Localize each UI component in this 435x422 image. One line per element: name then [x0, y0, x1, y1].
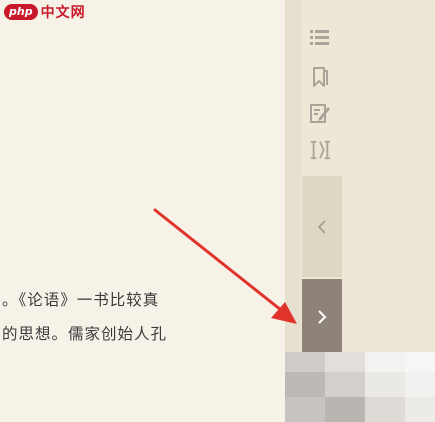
chevron-right-icon [318, 309, 327, 324]
chevron-left-icon [317, 219, 326, 234]
note-edit-icon[interactable] [309, 102, 331, 124]
prev-page-button[interactable] [302, 176, 342, 277]
font-size-icon[interactable] [309, 139, 331, 161]
watermark-text: 中文网 [40, 5, 86, 21]
text-line: 。《论语》一书比较真 [2, 291, 160, 309]
toc-list-icon[interactable] [309, 27, 331, 49]
blurred-corner [285, 352, 435, 422]
site-watermark-logo: php 中文网 [4, 3, 86, 21]
next-page-button[interactable] [302, 279, 342, 354]
text-line: 的思想。儒家创始人孔 [2, 325, 168, 343]
reader-page: php 中文网 。《论语》一书比较真 的思想。儒家创始人孔 [0, 0, 285, 422]
bookmark-icon[interactable] [309, 66, 331, 88]
watermark-badge: php [4, 4, 38, 20]
